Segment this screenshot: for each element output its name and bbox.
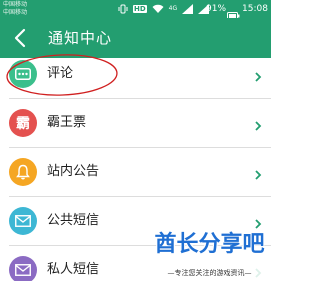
back-arrow-icon[interactable]	[9, 26, 33, 50]
hd-icon: HD	[133, 5, 147, 13]
mail-icon	[9, 207, 37, 235]
chevron-right-icon	[254, 117, 262, 131]
bell-icon	[9, 158, 37, 186]
battery-percent: 91%	[206, 4, 227, 14]
network-type: 4G	[168, 5, 178, 12]
carrier-label-1: 中国移动	[3, 1, 28, 8]
list-item-label: 站内公告	[47, 164, 100, 179]
chevron-right-icon	[254, 68, 262, 82]
watermark: 酋长分享吧 —专注您关注的游戏资讯—	[148, 226, 271, 281]
list-item-label: 私人短信	[47, 262, 100, 277]
carrier-label-2: 中国移动	[3, 9, 28, 16]
wifi-icon	[152, 4, 164, 14]
private-mail-icon	[9, 256, 37, 281]
status-bar: 中国移动 中国移动 HD 4G 91% 15:08	[0, 0, 271, 20]
watermark-tagline: —专注您关注的游戏资讯—	[148, 268, 271, 278]
highlight-ring	[4, 52, 124, 104]
clock: 15:08	[242, 4, 268, 14]
list-item-label: 公共短信	[47, 213, 100, 228]
list-item-site-announcement[interactable]: 站内公告	[0, 148, 271, 196]
watermark-logo-text: 酋长分享吧	[154, 232, 265, 257]
vibrate-icon	[118, 4, 128, 14]
list-item-label: 霸王票	[47, 115, 87, 130]
status-icons: HD 4G	[118, 3, 210, 15]
ticket-icon: 霸	[9, 109, 37, 137]
chevron-right-icon	[254, 166, 262, 180]
signal-icon	[182, 4, 194, 14]
list-item-overlord-ticket[interactable]: 霸 霸王票	[0, 99, 271, 147]
